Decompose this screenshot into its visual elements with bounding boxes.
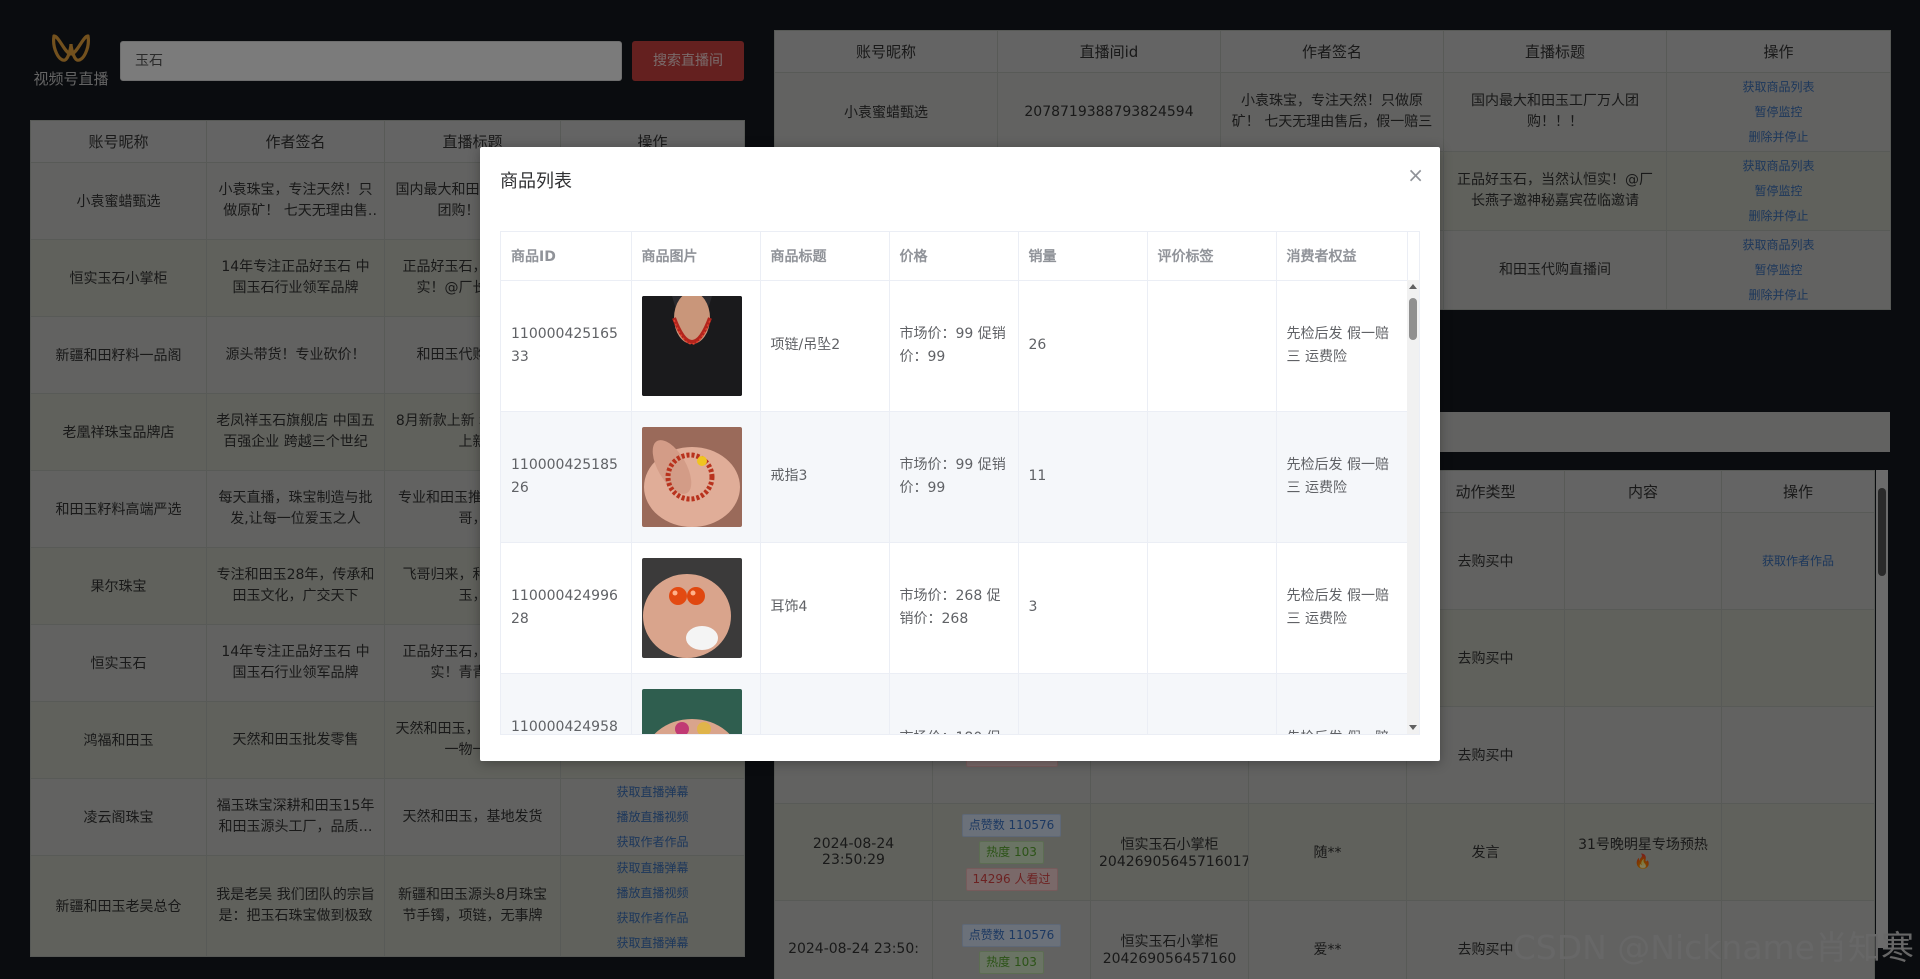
consumer-rights-cell: 先检后发 假一赔三 运费险 [1276, 542, 1408, 674]
close-icon[interactable]: × [1407, 165, 1424, 185]
product-image-cell [631, 542, 761, 674]
consumer-rights-cell: 先检后发 假一赔 [1276, 673, 1408, 734]
product-id-cell: 1100004249587 [501, 673, 632, 734]
product-table-wrapper: 商品ID 商品图片 商品标题 价格 销量 评价标签 消费者权益 11000042516533… [500, 231, 1420, 735]
consumer-rights-cell: 先检后发 假一赔三 运费险 [1276, 411, 1408, 543]
column-header: 评价标签 [1147, 232, 1277, 281]
product-table: 商品ID 商品图片 商品标题 价格 销量 评价标签 消费者权益 11000042516533… [501, 232, 1408, 734]
product-table-scrollbar[interactable] [1407, 280, 1419, 734]
sales-cell: 26 [1018, 280, 1148, 412]
product-image-earring-2 [641, 688, 742, 734]
product-image-cell [631, 411, 761, 543]
scroll-up-arrow-icon[interactable] [1409, 284, 1417, 289]
product-row: 11000042516533 项链/吊坠2 市场价：99 促销价：99 26 先检后发 … [501, 280, 1408, 412]
price-cell: 市场价：180 促 [889, 673, 1019, 734]
sales-cell: 11 [1018, 411, 1148, 543]
consumer-rights-cell: 先检后发 假一赔三 运费险 [1276, 280, 1408, 412]
scroll-down-arrow-icon[interactable] [1409, 725, 1417, 730]
product-id-cell: 11000042516533 [501, 280, 632, 412]
column-header: 销量 [1018, 232, 1148, 281]
product-table-scrollbar-thumb[interactable] [1409, 298, 1417, 340]
product-image-ring [641, 426, 742, 527]
sales-cell [1018, 673, 1148, 734]
column-header: 商品图片 [631, 232, 761, 281]
product-image-cell [631, 280, 761, 412]
product-id-cell: 11000042518526 [501, 411, 632, 543]
review-tags-cell [1147, 673, 1277, 734]
product-image-earring [641, 557, 742, 658]
product-row: 11000042499628 耳饰4 市场价：268 促销价：268 3 先检后发 假一… [501, 542, 1408, 674]
product-image-cell [631, 673, 761, 734]
product-title-cell: 戒指3 [760, 411, 890, 543]
product-list-dialog: 商品列表 × 商品ID 商品图片 商品标题 价格 销量 评价标签 消费者权益 1100004… [480, 147, 1440, 761]
review-tags-cell [1147, 280, 1277, 412]
review-tags-cell [1147, 411, 1277, 543]
sales-cell: 3 [1018, 542, 1148, 674]
column-header: 价格 [889, 232, 1019, 281]
price-cell: 市场价：99 促销价：99 [889, 411, 1019, 543]
product-title-cell: 耳饰4 [760, 542, 890, 674]
product-title-cell [760, 673, 890, 734]
column-header: 商品标题 [760, 232, 890, 281]
price-cell: 市场价：268 促销价：268 [889, 542, 1019, 674]
review-tags-cell [1147, 542, 1277, 674]
product-row: 11000042518526 戒指3 市场价：99 促销价：99 11 先检后发 假一赔… [501, 411, 1408, 543]
product-title-cell: 项链/吊坠2 [760, 280, 890, 412]
column-header: 商品ID [501, 232, 632, 281]
dialog-title: 商品列表 [500, 171, 572, 192]
product-image-necklace [641, 295, 742, 396]
product-id-cell: 11000042499628 [501, 542, 632, 674]
column-header: 消费者权益 [1276, 232, 1408, 281]
product-row: 1100004249587 市场价：180 促 先检后发 假一赔 [501, 673, 1408, 734]
price-cell: 市场价：99 促销价：99 [889, 280, 1019, 412]
